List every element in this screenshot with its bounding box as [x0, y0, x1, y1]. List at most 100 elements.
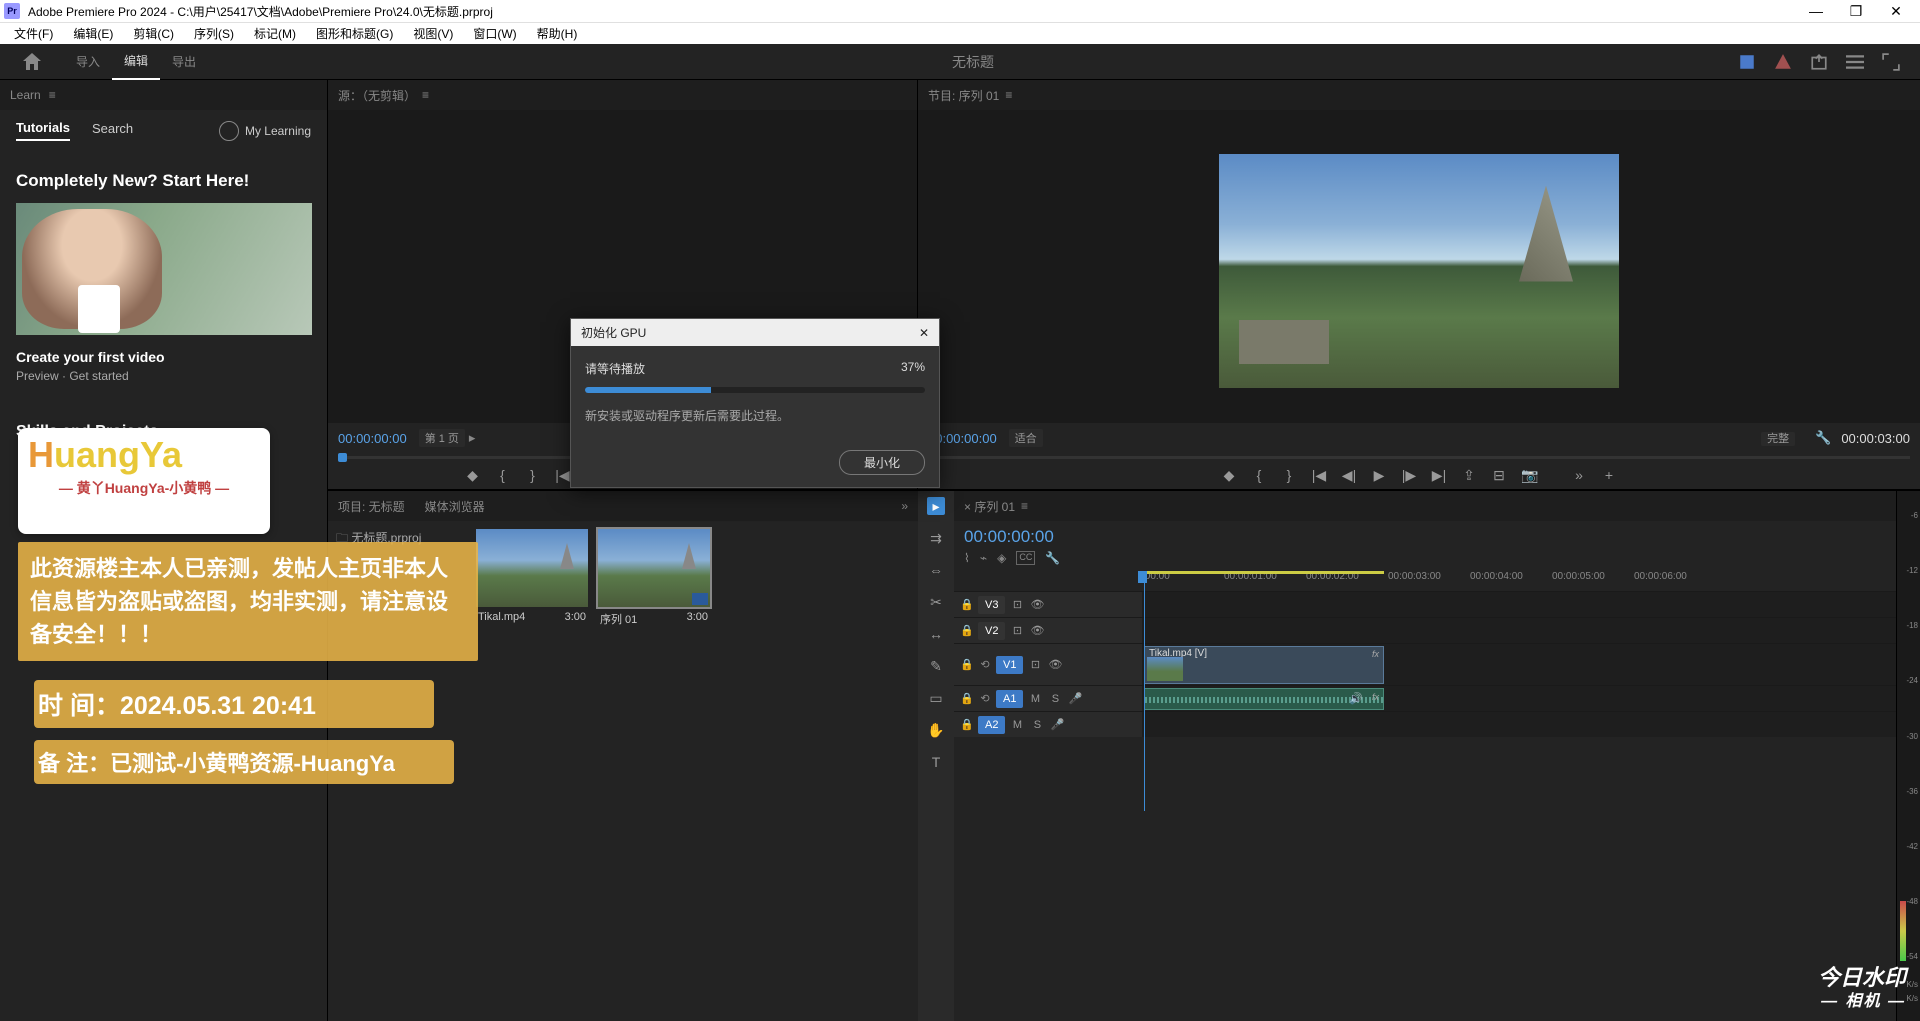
program-fit-dropdown[interactable]: 适合: [1009, 429, 1043, 447]
settings-icon[interactable]: 🔧: [1815, 430, 1831, 446]
hand-tool-icon[interactable]: ✋: [927, 721, 945, 739]
workspace-header: 导入 编辑 导出 无标题: [0, 44, 1920, 80]
panel-menu-icon[interactable]: ≡: [422, 88, 429, 102]
program-timecode-right[interactable]: 00:00:03:00: [1841, 431, 1910, 446]
audio-meter[interactable]: -6-12-18 -24-30-36 -42-48-54 K/s K/s: [1896, 491, 1920, 1021]
export-frame-icon[interactable]: 📷: [1521, 467, 1537, 484]
add-marker-icon[interactable]: ◆: [1221, 467, 1237, 484]
maximize-button[interactable]: ❐: [1836, 0, 1876, 22]
program-tab[interactable]: 节目: 序列 01: [928, 87, 999, 104]
dialog-percent: 37%: [901, 360, 925, 377]
compare-icon[interactable]: »: [1571, 467, 1587, 484]
tab-export[interactable]: 导出: [160, 44, 208, 80]
button-editor-icon[interactable]: +: [1601, 467, 1617, 484]
mark-in-icon[interactable]: {: [495, 467, 511, 484]
snap-icon[interactable]: ⌇: [964, 551, 970, 565]
track-v2[interactable]: 🔒V2⊡👁: [954, 617, 1896, 643]
go-in-icon[interactable]: |◀: [1311, 467, 1327, 484]
tutorial-thumbnail[interactable]: [16, 203, 312, 335]
step-back-icon[interactable]: ◀|: [1341, 467, 1357, 484]
go-out-icon[interactable]: ▶|: [1431, 467, 1447, 484]
user-avatar-icon[interactable]: [219, 121, 239, 141]
source-tab[interactable]: 源：（无剪辑）: [338, 87, 416, 104]
media-browser-tab[interactable]: 媒体浏览器: [425, 498, 485, 515]
learn-search-tab[interactable]: Search: [92, 121, 133, 140]
menu-help[interactable]: 帮助(H): [527, 23, 588, 44]
menu-markers[interactable]: 标记(M): [244, 23, 306, 44]
panel-menu-icon[interactable]: ≡: [1005, 88, 1012, 102]
lift-icon[interactable]: ⇪: [1461, 467, 1477, 484]
cc-icon[interactable]: CC: [1016, 551, 1035, 565]
menu-window[interactable]: 窗口(W): [463, 23, 526, 44]
panel-menu-icon[interactable]: »: [901, 499, 908, 513]
marker-vis-icon[interactable]: ◈: [997, 551, 1006, 565]
share-icon[interactable]: [1810, 53, 1828, 71]
panel-menu-icon[interactable]: ≡: [49, 88, 56, 102]
timeline-sequence-tab[interactable]: × 序列 01: [964, 498, 1015, 515]
home-icon[interactable]: [20, 50, 44, 74]
watermark-disclaimer: 此资源楼主本人已亲测，发帖人主页非本人信息皆为盗贴或盗图，均非实测，请注意设备安…: [18, 542, 478, 661]
learn-tutorials-tab[interactable]: Tutorials: [16, 120, 70, 141]
mark-out-icon[interactable]: }: [1281, 467, 1297, 484]
track-a2[interactable]: 🔒A2MS🎤: [954, 711, 1896, 737]
track-a1[interactable]: 🔒⟲A1MS🎤 🔊fx: [954, 685, 1896, 711]
panel-menu-icon[interactable]: ≡: [1021, 499, 1028, 513]
rect-tool-icon[interactable]: ▭: [927, 689, 945, 707]
play-icon[interactable]: ▶: [1371, 467, 1387, 484]
timeline-timecode[interactable]: 00:00:00:00: [964, 527, 1886, 547]
go-in-icon[interactable]: |◀: [555, 467, 571, 484]
menu-view[interactable]: 视图(V): [403, 23, 463, 44]
extract-icon[interactable]: ⊟: [1491, 467, 1507, 484]
project-tab[interactable]: 项目: 无标题: [338, 498, 405, 515]
quick-export-icon[interactable]: [1738, 53, 1756, 71]
program-monitor-view[interactable]: [918, 110, 1920, 423]
menu-edit[interactable]: 编辑(E): [63, 23, 123, 44]
fullscreen-icon[interactable]: [1882, 53, 1900, 71]
menu-graphics[interactable]: 图形和标题(G): [306, 23, 403, 44]
project-item-clip[interactable]: Tikal.mp43:00: [476, 529, 588, 1013]
source-page-dropdown[interactable]: 第 1 页: [419, 429, 465, 447]
razor-tool-icon[interactable]: ✂: [927, 593, 945, 611]
tutorial-card-subtitle[interactable]: Preview · Get started: [16, 369, 311, 383]
dialog-minimize-button[interactable]: 最小化: [839, 450, 925, 475]
link-sel-icon[interactable]: ⌁: [980, 551, 987, 565]
my-learning-link[interactable]: My Learning: [245, 124, 311, 138]
timeline-ruler[interactable]: :00:00 00:00:01:00 00:00:02:00 00:00:03:…: [1142, 571, 1896, 591]
program-quality-dropdown[interactable]: 完整: [1761, 432, 1795, 446]
learn-tab[interactable]: Learn: [10, 88, 41, 102]
pen-tool-icon[interactable]: ✎: [927, 657, 945, 675]
workspace-menu-icon[interactable]: [1846, 53, 1864, 71]
project-title: 无标题: [208, 52, 1738, 72]
track-select-tool-icon[interactable]: ⇉: [927, 529, 945, 547]
add-marker-icon[interactable]: ◆: [465, 467, 481, 484]
dialog-close-icon[interactable]: ✕: [919, 326, 929, 340]
timeline-video-clip[interactable]: Tikal.mp4 [V]fx: [1144, 646, 1384, 684]
track-v1[interactable]: 🔒⟲V1⊡👁 Tikal.mp4 [V]fx: [954, 643, 1896, 685]
mark-in-icon[interactable]: {: [1251, 467, 1267, 484]
tab-edit[interactable]: 编辑: [112, 44, 160, 80]
menu-clip[interactable]: 剪辑(C): [123, 23, 184, 44]
dialog-progress-bar: [585, 387, 925, 393]
track-v3[interactable]: 🔒V3⊡👁: [954, 591, 1896, 617]
tab-import[interactable]: 导入: [64, 44, 112, 80]
settings-icon[interactable]: 🔧: [1045, 551, 1060, 565]
project-item-sequence[interactable]: 序列 013:00: [598, 529, 710, 1013]
slip-tool-icon[interactable]: ↔: [927, 625, 945, 643]
titlebar: Pr Adobe Premiere Pro 2024 - C:\用户\25417…: [0, 0, 1920, 22]
minimize-button[interactable]: —: [1796, 0, 1836, 22]
app-logo-icon: Pr: [4, 3, 20, 19]
window-title: Adobe Premiere Pro 2024 - C:\用户\25417\文档…: [28, 3, 1796, 20]
close-button[interactable]: ✕: [1876, 0, 1916, 22]
warning-icon[interactable]: [1774, 53, 1792, 71]
menu-sequence[interactable]: 序列(S): [184, 23, 244, 44]
program-scrubber[interactable]: [928, 451, 1910, 465]
source-timecode[interactable]: 00:00:00:00: [338, 431, 407, 446]
step-fwd-icon[interactable]: |▶: [1401, 467, 1417, 484]
learn-panel-tabbar: Learn ≡: [0, 80, 327, 110]
type-tool-icon[interactable]: T: [927, 753, 945, 771]
ripple-tool-icon[interactable]: ⇔: [927, 561, 945, 579]
timeline-audio-clip[interactable]: 🔊fx: [1144, 688, 1384, 710]
mark-out-icon[interactable]: }: [525, 467, 541, 484]
selection-tool-icon[interactable]: ▸: [927, 497, 945, 515]
menu-file[interactable]: 文件(F): [4, 23, 63, 44]
